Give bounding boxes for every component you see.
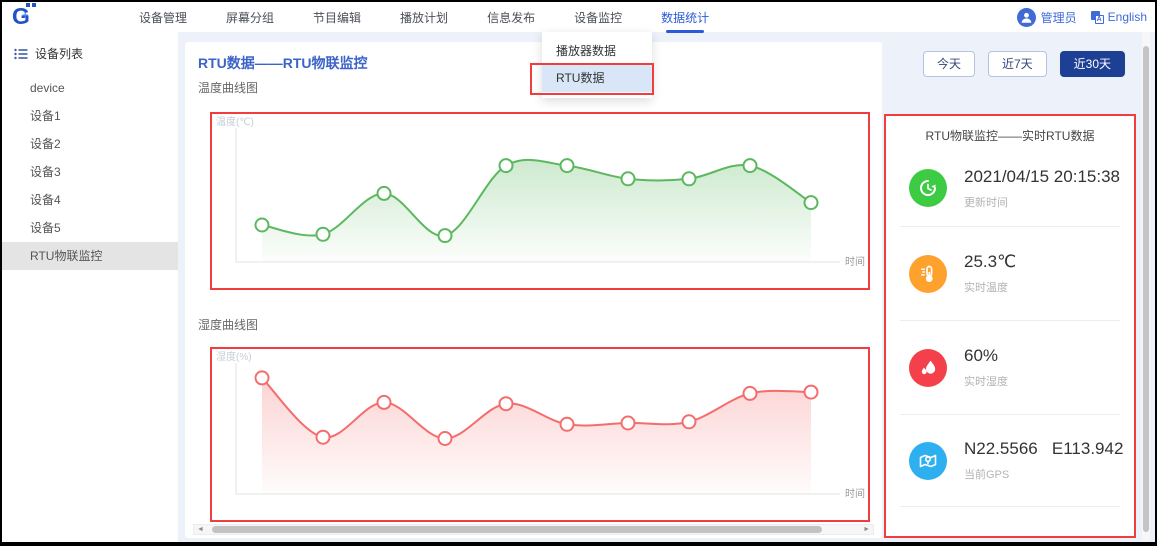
main-panel: RTU数据——RTU物联监控 温度曲线图 温度(℃) 时间 湿度曲线图 湿度(%)…	[185, 42, 882, 538]
sidebar: 设备列表 device设备1设备2设备3设备4设备5RTU物联监控	[2, 32, 178, 542]
stat-label: 实时湿度	[964, 373, 1008, 389]
sidebar-item-6[interactable]: 设备5	[2, 214, 178, 242]
stat-value: 60%	[964, 346, 1008, 366]
annotation-box-temperature-chart: 温度(℃) 时间	[210, 112, 870, 290]
humidity-chart-svg: 湿度(%) 时间	[212, 349, 868, 518]
range-button-2[interactable]: 近7天	[988, 51, 1047, 77]
stat-text: 60% 实时湿度	[964, 346, 1008, 389]
nav-item-5[interactable]: 信息发布	[477, 2, 545, 32]
svg-text:湿度(%): 湿度(%)	[216, 350, 252, 363]
humidity-icon	[909, 349, 947, 387]
horizontal-scrollbar-thumb[interactable]	[212, 526, 822, 533]
temperature-chart: 温度(℃) 时间	[212, 114, 868, 291]
stat-row-实时湿度: 60% 实时湿度	[900, 321, 1120, 415]
stat-row-实时温度: 25.3℃ 实时温度	[900, 227, 1120, 321]
svg-text:时间: 时间	[845, 487, 865, 500]
stat-label: 更新时间	[964, 194, 1120, 210]
temperature-chart-title: 温度曲线图	[198, 79, 258, 96]
sidebar-item-5[interactable]: 设备4	[2, 186, 178, 214]
sidebar-item-4[interactable]: 设备3	[2, 158, 178, 186]
language-switch[interactable]: English	[1108, 10, 1147, 24]
humidity-chart: 湿度(%) 时间	[212, 349, 868, 523]
device-list-title: 设备列表	[35, 45, 83, 62]
list-icon	[14, 48, 28, 60]
data-stats-dropdown: 播放器数据RTU数据	[542, 32, 652, 98]
stat-value: 25.3℃	[964, 252, 1016, 272]
logo-plus-icon	[22, 10, 28, 22]
page-title: RTU数据——RTU物联监控	[198, 53, 368, 73]
stat-text: N22.5566 E113.942 当前GPS	[964, 439, 1123, 482]
range-button-3[interactable]: 近30天	[1060, 51, 1125, 77]
stat-row-当前GPS: N22.5566 E113.942 当前GPS	[900, 415, 1120, 507]
svg-text:时间: 时间	[845, 255, 865, 268]
sidebar-item-7[interactable]: RTU物联监控	[2, 242, 178, 270]
translate-icon[interactable]	[1091, 11, 1104, 24]
sidebar-item-1[interactable]: device	[2, 74, 178, 102]
device-list: device设备1设备2设备3设备4设备5RTU物联监控	[2, 74, 178, 270]
horizontal-scrollbar[interactable]	[193, 524, 874, 535]
nav-item-6[interactable]: 设备监控	[564, 2, 632, 32]
logo-dots-icon	[26, 3, 38, 7]
gps-icon	[909, 442, 947, 480]
thermometer-icon	[909, 255, 947, 293]
stat-value: N22.5566 E113.942	[964, 439, 1123, 459]
sidebar-item-3[interactable]: 设备2	[2, 130, 178, 158]
user-name[interactable]: 管理员	[1041, 9, 1077, 26]
stat-value: 2021/04/15 20:15:38	[964, 167, 1120, 187]
person-icon	[1020, 11, 1033, 24]
temperature-chart-svg: 温度(℃) 时间	[212, 114, 868, 286]
annotation-box-humidity-chart: 湿度(%) 时间	[210, 347, 870, 522]
annotation-box-dropdown-item	[530, 63, 654, 95]
nav-user-area: 管理员 English	[1017, 8, 1155, 27]
nav-item-7[interactable]: 数据统计	[651, 2, 719, 32]
nav-item-2[interactable]: 屏幕分组	[216, 2, 284, 32]
nav-item-1[interactable]: 设备管理	[129, 2, 197, 32]
dropdown-item-2[interactable]: RTU数据	[542, 65, 652, 92]
scroll-right-arrow-icon[interactable]	[863, 525, 870, 534]
stat-label: 实时温度	[964, 279, 1016, 295]
stats-list: 2021/04/15 20:15:38 更新时间 25.3℃ 实时温度 60% 实时湿度 N…	[886, 150, 1134, 507]
range-button-1[interactable]: 今天	[923, 51, 975, 77]
stat-text: 2021/04/15 20:15:38 更新时间	[964, 167, 1120, 210]
vertical-scrollbar[interactable]	[1142, 32, 1150, 540]
nav-menu: 设备管理屏幕分组节目编辑播放计划信息发布设备监控数据统计	[129, 2, 738, 32]
nav-item-3[interactable]: 节目编辑	[303, 2, 371, 32]
svg-text:温度(℃): 温度(℃)	[216, 115, 254, 128]
translate-icon-front	[1095, 15, 1104, 24]
stat-label: 当前GPS	[964, 466, 1123, 482]
rtu-realtime-panel: RTU物联监控——实时RTU数据 2021/04/15 20:15:38 更新时间…	[884, 114, 1136, 538]
humidity-chart-title: 湿度曲线图	[198, 316, 258, 333]
vertical-scrollbar-thumb[interactable]	[1143, 46, 1149, 532]
stat-text: 25.3℃ 实时温度	[964, 252, 1016, 295]
realtime-panel-title: RTU物联监控——实时RTU数据	[886, 116, 1134, 150]
top-navbar: G 设备管理屏幕分组节目编辑播放计划信息发布设备监控数据统计 管理员 Engli…	[2, 2, 1155, 32]
sidebar-item-2[interactable]: 设备1	[2, 102, 178, 130]
stat-row-更新时间: 2021/04/15 20:15:38 更新时间	[900, 150, 1120, 227]
device-list-header: 设备列表	[2, 32, 178, 74]
dropdown-item-1[interactable]: 播放器数据	[542, 38, 652, 65]
time-range-buttons: 今天近7天近30天	[923, 51, 1125, 77]
app-logo[interactable]: G	[2, 2, 48, 32]
nav-item-4[interactable]: 播放计划	[390, 2, 458, 32]
scroll-left-arrow-icon[interactable]	[197, 525, 204, 534]
user-avatar-icon[interactable]	[1017, 8, 1036, 27]
app-window: G 设备管理屏幕分组节目编辑播放计划信息发布设备监控数据统计 管理员 Engli…	[0, 0, 1157, 546]
update-time-icon	[909, 169, 947, 207]
